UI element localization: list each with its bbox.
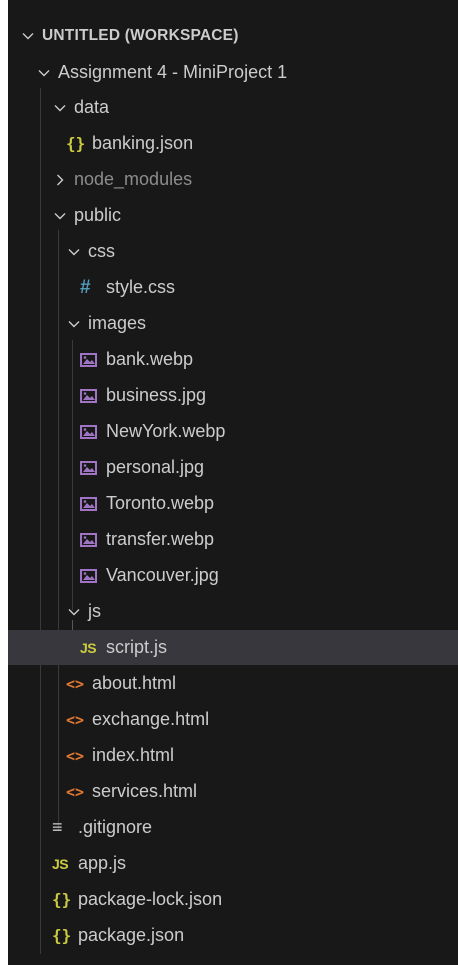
folder-data[interactable]: data [8, 90, 458, 125]
file-label: index.html [92, 745, 175, 765]
html-file-icon: <> [66, 710, 85, 729]
chevron-down-icon [52, 100, 68, 116]
html-file-icon: <> [66, 782, 85, 801]
folder-node-modules[interactable]: node_modules [8, 162, 458, 197]
image-file-icon [80, 496, 102, 511]
html-file-icon: <> [66, 746, 85, 765]
file-html[interactable]: <> services.html [8, 774, 458, 809]
file-label: services.html [92, 781, 198, 801]
image-file-icon [80, 388, 102, 403]
image-file-icon [80, 352, 102, 367]
file-package-json[interactable]: {} package.json [8, 918, 458, 953]
file-gitignore[interactable]: ≡ .gitignore [8, 810, 458, 845]
folder-project[interactable]: Assignment 4 - MiniProject 1 [8, 55, 458, 90]
folder-label: node_modules [74, 169, 193, 189]
folder-css[interactable]: css [8, 234, 458, 269]
chevron-down-icon [20, 28, 36, 44]
file-label: bank.webp [106, 349, 194, 369]
file-explorer: UNTITLED (WORKSPACE) Assignment 4 - Mini… [8, 0, 458, 965]
chevron-down-icon [36, 65, 52, 81]
file-label: personal.jpg [106, 457, 205, 477]
image-file-icon [80, 532, 102, 547]
chevron-down-icon [66, 244, 82, 260]
file-label: .gitignore [78, 817, 153, 837]
file-banking-json[interactable]: {} banking.json [8, 126, 458, 161]
file-html[interactable]: <> exchange.html [8, 702, 458, 737]
image-file-icon [80, 424, 102, 439]
file-label: style.css [106, 277, 176, 297]
js-file-icon: JS [52, 855, 69, 872]
folder-label: css [88, 241, 115, 261]
file-label: Toronto.webp [106, 493, 215, 513]
file-image[interactable]: Toronto.webp [8, 486, 458, 521]
file-image[interactable]: Vancouver.jpg [8, 558, 458, 593]
file-label: exchange.html [92, 709, 210, 729]
workspace-label: UNTITLED (WORKSPACE) [42, 26, 239, 44]
file-package-lock-json[interactable]: {} package-lock.json [8, 882, 458, 917]
image-file-icon [80, 568, 102, 583]
file-label: Vancouver.jpg [106, 565, 219, 585]
chevron-down-icon [66, 604, 82, 620]
file-style-css[interactable]: # style.css [8, 270, 458, 305]
file-label: NewYork.webp [106, 421, 226, 441]
file-label: business.jpg [106, 385, 207, 405]
chevron-down-icon [66, 316, 82, 332]
file-image[interactable]: personal.jpg [8, 450, 458, 485]
folder-label: Assignment 4 - MiniProject 1 [58, 62, 288, 82]
folder-js[interactable]: js [8, 594, 458, 629]
gitignore-file-icon: ≡ [52, 817, 63, 837]
file-label: app.js [78, 853, 127, 873]
file-html[interactable]: <> index.html [8, 738, 458, 773]
folder-images[interactable]: images [8, 306, 458, 341]
css-file-icon: # [80, 276, 91, 298]
file-image[interactable]: NewYork.webp [8, 414, 458, 449]
chevron-right-icon [52, 172, 68, 188]
file-label: banking.json [92, 133, 194, 153]
image-file-icon [80, 460, 102, 475]
html-file-icon: <> [66, 674, 85, 693]
file-html[interactable]: <> about.html [8, 666, 458, 701]
workspace-header[interactable]: UNTITLED (WORKSPACE) [8, 18, 458, 53]
chevron-down-icon [52, 208, 68, 224]
file-label: package.json [78, 925, 185, 945]
folder-label: images [88, 313, 147, 333]
file-script-js[interactable]: JS script.js [8, 630, 458, 665]
file-label: package-lock.json [78, 889, 223, 909]
json-file-icon: {} [52, 926, 72, 945]
file-label: about.html [92, 673, 177, 693]
folder-label: data [74, 97, 110, 117]
file-label: script.js [106, 637, 168, 657]
file-image[interactable]: bank.webp [8, 342, 458, 377]
folder-label: public [74, 205, 122, 225]
file-label: transfer.webp [106, 529, 215, 549]
file-app-js[interactable]: JS app.js [8, 846, 458, 881]
json-file-icon: {} [66, 134, 86, 153]
folder-label: js [88, 601, 101, 621]
file-image[interactable]: business.jpg [8, 378, 458, 413]
file-image[interactable]: transfer.webp [8, 522, 458, 557]
js-file-icon: JS [80, 639, 97, 656]
folder-public[interactable]: public [8, 198, 458, 233]
json-file-icon: {} [52, 890, 72, 909]
